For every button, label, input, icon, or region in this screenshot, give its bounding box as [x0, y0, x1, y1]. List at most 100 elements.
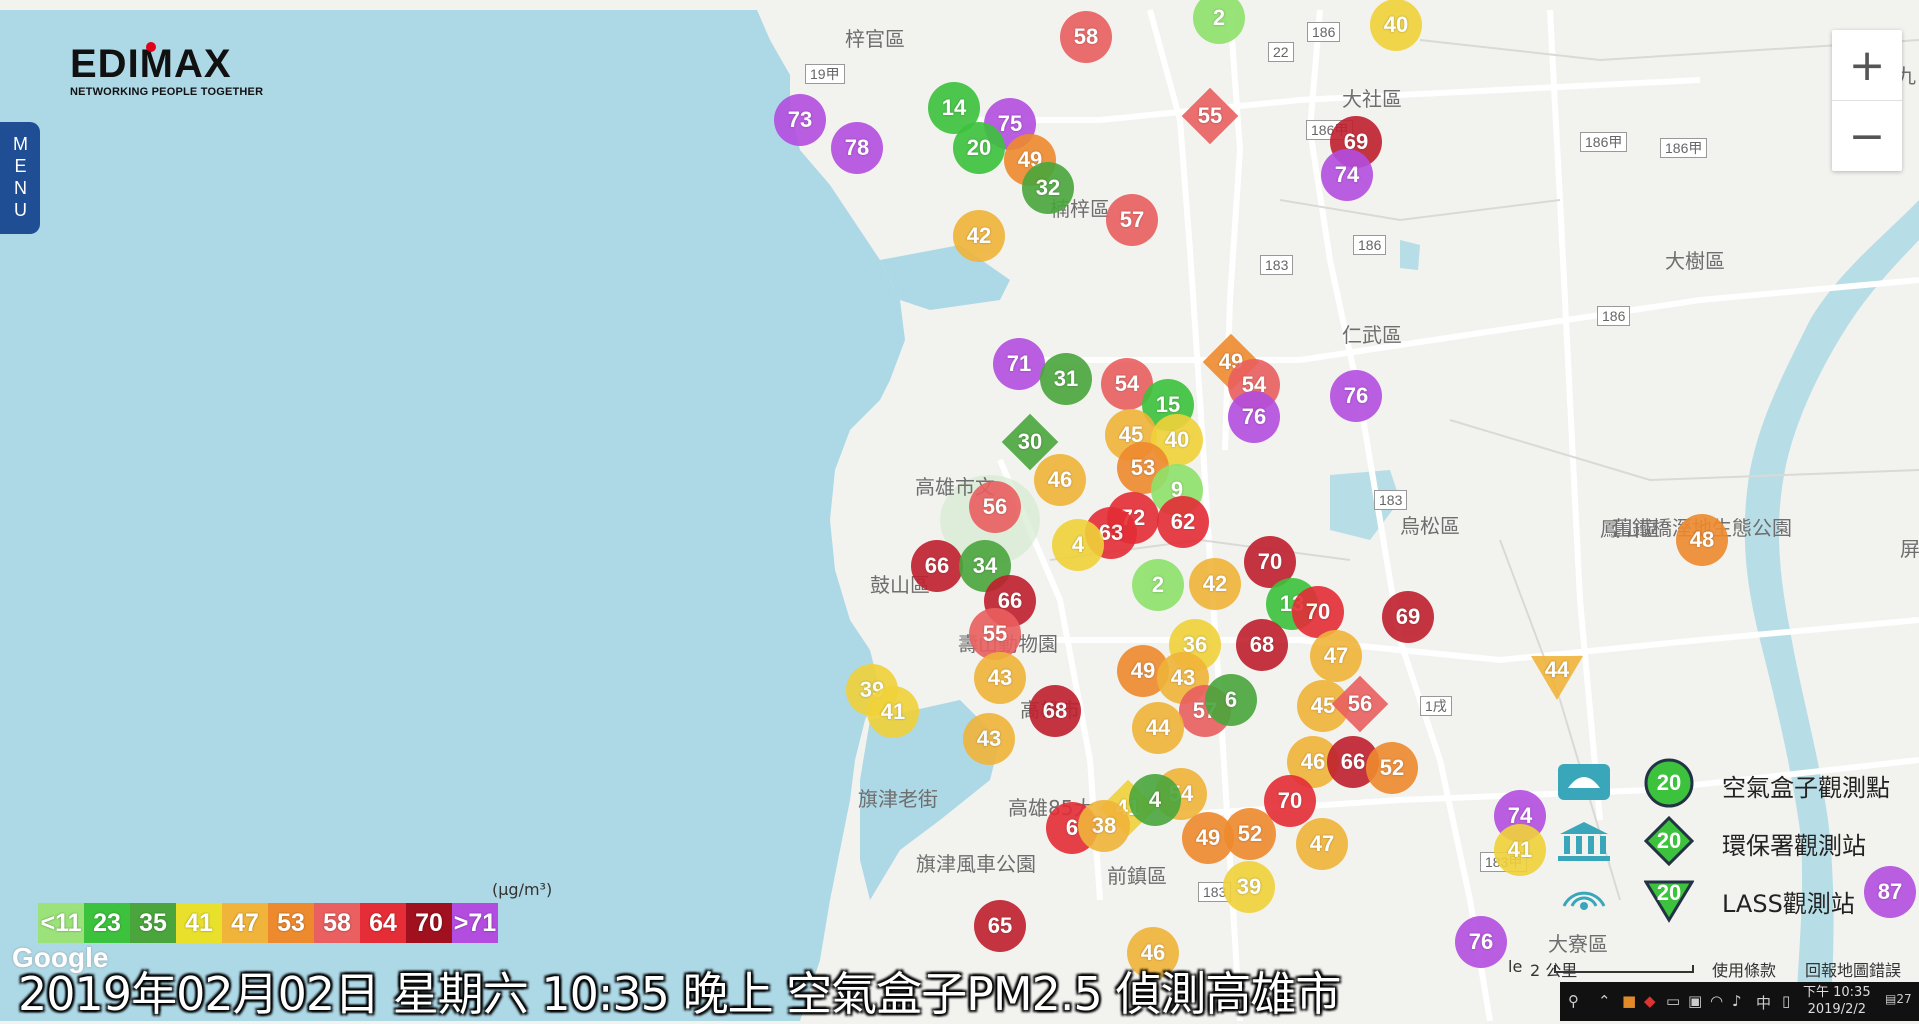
notification-center-icon[interactable]: ▤27 — [1885, 992, 1912, 1006]
airbox-marker[interactable]: 32 — [1022, 162, 1074, 214]
marker-value: 43 — [987, 665, 1013, 690]
antenna-icon — [1562, 891, 1606, 910]
marker-value: 52 — [1237, 821, 1263, 846]
airbox-marker[interactable]: 4 — [1052, 519, 1104, 571]
airbox-marker[interactable]: 41 — [867, 686, 919, 738]
road-number: 186甲 — [1660, 138, 1708, 158]
zoom-in-button[interactable]: + — [1832, 30, 1902, 100]
app-tray-icon[interactable]: ■ — [1622, 992, 1636, 1010]
place-label: 屏 — [1900, 537, 1919, 561]
airbox-marker[interactable]: 76 — [1455, 916, 1507, 968]
epa-station-marker[interactable]: 55 — [1184, 90, 1236, 142]
airbox-marker[interactable]: 58 — [1060, 11, 1112, 63]
menu-label: MENU — [10, 134, 31, 222]
marker-value: 42 — [1202, 571, 1228, 596]
marker-value: 68 — [1249, 632, 1275, 657]
airbox-marker[interactable]: 65 — [974, 900, 1026, 952]
airbox-marker[interactable]: 68 — [1236, 619, 1288, 671]
airbox-marker[interactable]: 46 — [1034, 454, 1086, 506]
marker-value: 20 — [966, 135, 992, 160]
epa-label: 環保署觀測站 — [1722, 832, 1866, 860]
wifi-icon[interactable]: ◠ — [1710, 992, 1723, 1010]
menu-button[interactable]: MENU — [0, 122, 40, 234]
airbox-marker[interactable]: 71 — [993, 338, 1045, 390]
airbox-marker[interactable]: 76 — [1330, 370, 1382, 422]
airbox-marker[interactable]: 69 — [1382, 591, 1434, 643]
airbox-marker[interactable]: 6 — [1205, 674, 1257, 726]
airbox-marker[interactable]: 44 — [1132, 702, 1184, 754]
marker-value: 34 — [972, 553, 998, 578]
airbox-marker[interactable]: 47 — [1296, 818, 1348, 870]
airbox-marker[interactable]: 20 — [953, 122, 1005, 174]
chevron-up-icon[interactable]: ⌃ — [1598, 992, 1611, 1010]
place-label: 前鎮區 — [1107, 864, 1167, 888]
marker-value: 43 — [1170, 665, 1196, 690]
airbox-marker[interactable]: 62 — [1157, 496, 1209, 548]
airbox-marker[interactable]: 78 — [831, 122, 883, 174]
report-map-error-link[interactable]: 回報地圖錯誤 — [1805, 957, 1901, 981]
airbox-marker[interactable]: 39 — [1223, 861, 1275, 913]
airbox-marker[interactable]: 4 — [1129, 774, 1181, 826]
airbox-marker[interactable]: 66 — [911, 540, 963, 592]
airbox-marker[interactable]: 73 — [774, 94, 826, 146]
ime-indicator[interactable]: 中 — [1756, 992, 1771, 1013]
marker-value: 73 — [787, 107, 813, 132]
legend-swatch: 35 — [130, 903, 176, 943]
airbox-marker[interactable]: 48 — [1676, 514, 1728, 566]
monitor-icon[interactable]: ▭ — [1666, 992, 1680, 1010]
scale-prefix: le — [1508, 957, 1523, 976]
airbox-marker[interactable]: 42 — [953, 210, 1005, 262]
clock[interactable]: 下午 10:35 2019/2/2 — [1803, 984, 1871, 1018]
station-type-key: 20 空氣盒子觀測點 20 環保署觀測站 20 LASS觀測站 — [1550, 754, 1919, 954]
airbox-marker[interactable]: 2 — [1132, 559, 1184, 611]
airbox-marker[interactable]: 31 — [1040, 353, 1092, 405]
people-icon[interactable]: ⚲ — [1568, 992, 1579, 1010]
clock-date: 2019/2/2 — [1807, 1002, 1866, 1017]
key-row-lass: 20 LASS觀測站 — [1550, 870, 1919, 928]
marker-value: 76 — [1468, 929, 1494, 954]
airbox-marker[interactable]: 47 — [1310, 630, 1362, 682]
airbox-marker[interactable]: 68 — [1029, 685, 1081, 737]
airbox-marker[interactable]: 76 — [1228, 391, 1280, 443]
marker-value: 56 — [982, 494, 1008, 519]
marker-value: 6 — [1224, 687, 1238, 712]
airbox-marker[interactable]: 57 — [1106, 194, 1158, 246]
legend-swatch: >71 — [452, 903, 498, 943]
airbox-marker[interactable]: 74 — [1321, 149, 1373, 201]
airbox-marker[interactable]: 52 — [1224, 808, 1276, 860]
airbox-marker[interactable]: 41 — [1494, 824, 1546, 876]
airbox-icon — [1558, 764, 1610, 800]
marker-value: 70 — [1257, 549, 1283, 574]
zoom-out-button[interactable]: − — [1832, 100, 1902, 171]
airbox-marker[interactable]: 43 — [963, 713, 1015, 765]
marker-value: 30 — [1017, 429, 1043, 454]
security-icon[interactable]: ◆ — [1644, 992, 1656, 1010]
marker-value: 57 — [1119, 207, 1145, 232]
airbox-marker[interactable]: 40 — [1370, 0, 1422, 51]
airbox-marker[interactable]: 52 — [1366, 742, 1418, 794]
airbox-marker[interactable]: 43 — [974, 652, 1026, 704]
airbox-marker[interactable]: 56 — [969, 481, 1021, 533]
marker-value: 69 — [1395, 604, 1421, 629]
marker-value: 42 — [966, 223, 992, 248]
volume-icon[interactable]: ♪ — [1732, 992, 1742, 1010]
tablet-icon[interactable]: ▯ — [1782, 992, 1790, 1010]
airbox-marker[interactable]: 38 — [1078, 800, 1130, 852]
marker-value: 40 — [1164, 427, 1190, 452]
marker-value: 49 — [1195, 825, 1221, 850]
place-label: 旗津老街 — [858, 787, 938, 811]
marker-value: 40 — [1383, 12, 1409, 37]
lass-sample-value: 20 — [1656, 880, 1682, 905]
airbox-marker[interactable]: 42 — [1189, 558, 1241, 610]
display-icon[interactable]: ▣ — [1688, 992, 1702, 1010]
marker-value: 46 — [1300, 749, 1326, 774]
marker-value: 55 — [982, 621, 1008, 646]
lass-station-marker[interactable]: 44 — [1531, 650, 1583, 702]
logo-tagline: NETWORKING PEOPLE TOGETHER — [70, 86, 264, 98]
terms-link[interactable]: 使用條款 — [1712, 957, 1776, 981]
marker-value: 45 — [1310, 693, 1336, 718]
legend-swatch: 53 — [268, 903, 314, 943]
legend-swatch: 23 — [84, 903, 130, 943]
legend-swatch: <11 — [38, 903, 84, 943]
epa-station-marker[interactable]: 56 — [1334, 678, 1386, 730]
